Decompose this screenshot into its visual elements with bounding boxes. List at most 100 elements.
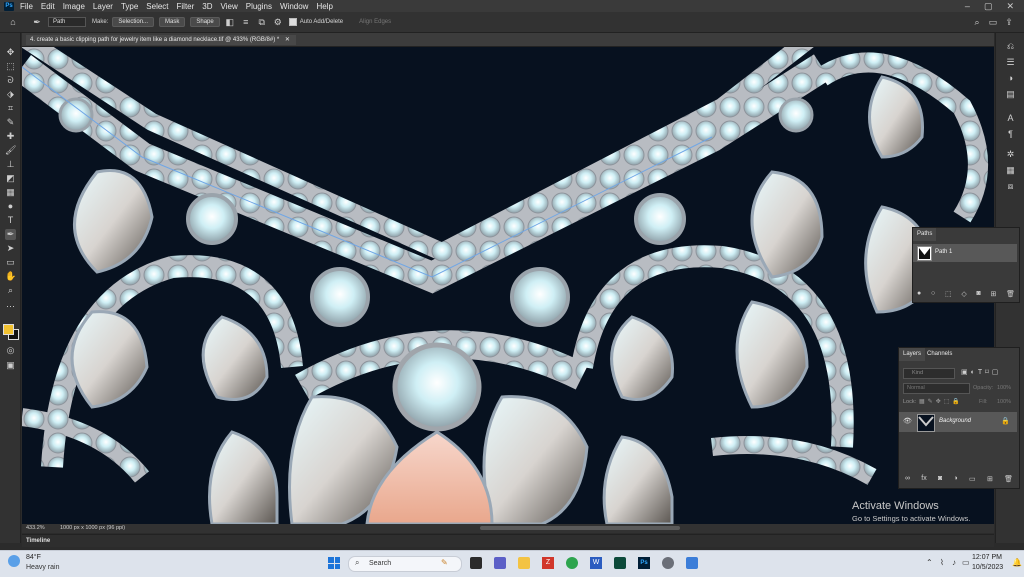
pen-tool-icon[interactable]: ✒ bbox=[32, 17, 42, 27]
task-view-icon[interactable] bbox=[470, 557, 482, 569]
clock-date[interactable]: 10/5/2023 bbox=[972, 564, 1003, 571]
fx-icon[interactable]: fx bbox=[921, 475, 926, 484]
word-icon[interactable]: W bbox=[590, 557, 602, 569]
eye-icon[interactable]: 👁 bbox=[903, 417, 912, 425]
path-selection-tool-icon[interactable]: ➤ bbox=[5, 243, 16, 254]
more-tools-icon[interactable]: ⋯ bbox=[5, 301, 16, 312]
new-layer-icon[interactable]: ⊞ bbox=[987, 475, 993, 484]
file-explorer-icon[interactable] bbox=[518, 557, 530, 569]
menu-image[interactable]: Image bbox=[63, 2, 85, 11]
make-work-path-icon[interactable]: ◇ bbox=[961, 290, 966, 299]
close-tab-icon[interactable]: ✕ bbox=[285, 37, 290, 43]
add-mask-icon[interactable]: ◙ bbox=[976, 290, 980, 299]
brush-tool-icon[interactable]: 🖌 bbox=[5, 145, 16, 156]
crop-tool-icon[interactable]: ⌗ bbox=[5, 103, 16, 114]
tab-channels[interactable]: Channels bbox=[923, 348, 956, 361]
workspace-icon[interactable]: ▭ bbox=[988, 17, 998, 27]
adjustments-icon[interactable]: ◑ bbox=[1005, 73, 1016, 84]
fill-value[interactable]: 100% bbox=[997, 399, 1011, 405]
path-operations-icon[interactable]: ◧ bbox=[225, 17, 235, 27]
menu-3d[interactable]: 3D bbox=[202, 2, 212, 11]
adjustment-layer-icon[interactable]: ◑ bbox=[954, 475, 958, 484]
screen-mode-icon[interactable]: ▣ bbox=[5, 360, 16, 371]
terminal-icon[interactable] bbox=[614, 557, 626, 569]
menu-select[interactable]: Select bbox=[146, 2, 168, 11]
menu-layer[interactable]: Layer bbox=[93, 2, 113, 11]
delete-path-icon[interactable]: 🗑 bbox=[1006, 290, 1015, 299]
menu-type[interactable]: Type bbox=[121, 2, 138, 11]
auto-add-delete-checkbox[interactable] bbox=[288, 18, 297, 26]
document-info[interactable]: 1000 px x 1000 px (96 ppi) bbox=[60, 525, 125, 531]
eraser-tool-icon[interactable]: ◩ bbox=[5, 173, 16, 184]
foreground-color-swatch[interactable] bbox=[3, 324, 14, 335]
zoom-level[interactable]: 433.2% bbox=[26, 525, 45, 531]
close-icon[interactable]: ✕ bbox=[1006, 1, 1014, 12]
opacity-value[interactable]: 100% bbox=[997, 385, 1011, 391]
blend-mode-select[interactable]: Normal bbox=[903, 383, 970, 394]
path-row[interactable]: Path 1 bbox=[913, 244, 1017, 262]
layer-filter-icons[interactable]: ▣◐T⌑▢ bbox=[961, 368, 1001, 376]
menu-plugins[interactable]: Plugins bbox=[246, 2, 272, 11]
dodge-tool-icon[interactable]: ● bbox=[5, 201, 16, 212]
properties-icon[interactable]: ☰ bbox=[1005, 57, 1016, 68]
pen-tool-icon[interactable]: ✒ bbox=[5, 229, 16, 240]
make-selection-button[interactable]: Selection... bbox=[112, 17, 155, 27]
chevron-up-icon[interactable]: ⌃ bbox=[926, 558, 933, 567]
horizontal-scrollbar[interactable] bbox=[480, 526, 680, 530]
tab-layers[interactable]: Layers bbox=[899, 348, 926, 361]
timeline-title[interactable]: Timeline bbox=[26, 538, 50, 544]
make-shape-button[interactable]: Shape bbox=[190, 17, 220, 27]
healing-brush-tool-icon[interactable]: ✚ bbox=[5, 131, 16, 142]
layer-filter-kind[interactable]: Kind bbox=[903, 368, 955, 379]
document-tab[interactable]: 4. create a basic clipping path for jewe… bbox=[26, 35, 296, 45]
filezilla-icon[interactable]: Z bbox=[542, 557, 554, 569]
clone-stamp-tool-icon[interactable]: ⊥ bbox=[5, 159, 16, 170]
notification-icon[interactable]: 🔔 bbox=[1012, 558, 1022, 567]
clock-time[interactable]: 12:07 PM bbox=[972, 554, 1002, 561]
new-group-icon[interactable]: ▭ bbox=[969, 475, 976, 484]
photoshop-taskbar-icon[interactable]: Ps bbox=[638, 557, 650, 569]
stroke-path-icon[interactable]: ○ bbox=[931, 290, 935, 299]
settings-icon[interactable] bbox=[662, 557, 674, 569]
patterns-icon[interactable]: ⧈ bbox=[1005, 181, 1016, 192]
menu-window[interactable]: Window bbox=[280, 2, 308, 11]
paragraph-icon[interactable]: ¶ bbox=[1005, 129, 1016, 140]
share-icon[interactable]: ⇪ bbox=[1004, 17, 1014, 27]
menu-help[interactable]: Help bbox=[316, 2, 332, 11]
taskbar-search[interactable]: ⌕ Search ✎ bbox=[348, 556, 462, 572]
libraries-icon[interactable]: ▤ bbox=[1005, 89, 1016, 100]
pen-mode-select[interactable]: Path bbox=[48, 17, 86, 27]
start-icon[interactable] bbox=[328, 557, 340, 569]
notepad-icon[interactable] bbox=[686, 557, 698, 569]
rectangle-tool-icon[interactable]: ▭ bbox=[5, 257, 16, 268]
fill-path-icon[interactable]: ● bbox=[917, 290, 921, 299]
link-layers-icon[interactable]: ∞ bbox=[905, 475, 910, 484]
teams-icon[interactable] bbox=[494, 557, 506, 569]
maximize-icon[interactable]: ▢ bbox=[984, 1, 993, 12]
menu-edit[interactable]: Edit bbox=[41, 2, 55, 11]
home-icon[interactable]: ⌂ bbox=[8, 17, 18, 27]
make-mask-button[interactable]: Mask bbox=[159, 17, 186, 27]
tab-paths[interactable]: Paths bbox=[913, 228, 937, 241]
add-layer-mask-icon[interactable]: ◙ bbox=[938, 475, 942, 484]
lasso-tool-icon[interactable]: ᘐ bbox=[5, 75, 16, 86]
delete-layer-icon[interactable]: 🗑 bbox=[1004, 475, 1013, 484]
path-alignment-icon[interactable]: ≡ bbox=[241, 17, 251, 27]
volume-icon[interactable]: ♪ bbox=[952, 558, 956, 567]
document-canvas[interactable] bbox=[22, 47, 994, 524]
battery-icon[interactable]: ▭ bbox=[962, 558, 970, 567]
menu-view[interactable]: View bbox=[221, 2, 238, 11]
menu-file[interactable]: File bbox=[20, 2, 33, 11]
weather-icon[interactable] bbox=[8, 555, 20, 567]
character-icon[interactable]: A bbox=[1005, 113, 1016, 124]
chrome-icon[interactable] bbox=[566, 557, 578, 569]
object-selection-tool-icon[interactable]: ⬗ bbox=[5, 89, 16, 100]
text-tool-icon[interactable]: T bbox=[5, 215, 16, 226]
move-tool-icon[interactable]: ✥ bbox=[5, 47, 16, 58]
load-selection-icon[interactable]: ⬚ bbox=[945, 290, 952, 299]
menu-filter[interactable]: Filter bbox=[177, 2, 195, 11]
layer-row[interactable]: 👁 Background 🔒 bbox=[899, 412, 1017, 432]
history-icon[interactable]: ⎌ bbox=[1005, 41, 1016, 52]
marquee-tool-icon[interactable]: ⬚ bbox=[5, 61, 16, 72]
eyedropper-tool-icon[interactable]: ✎ bbox=[5, 117, 16, 128]
